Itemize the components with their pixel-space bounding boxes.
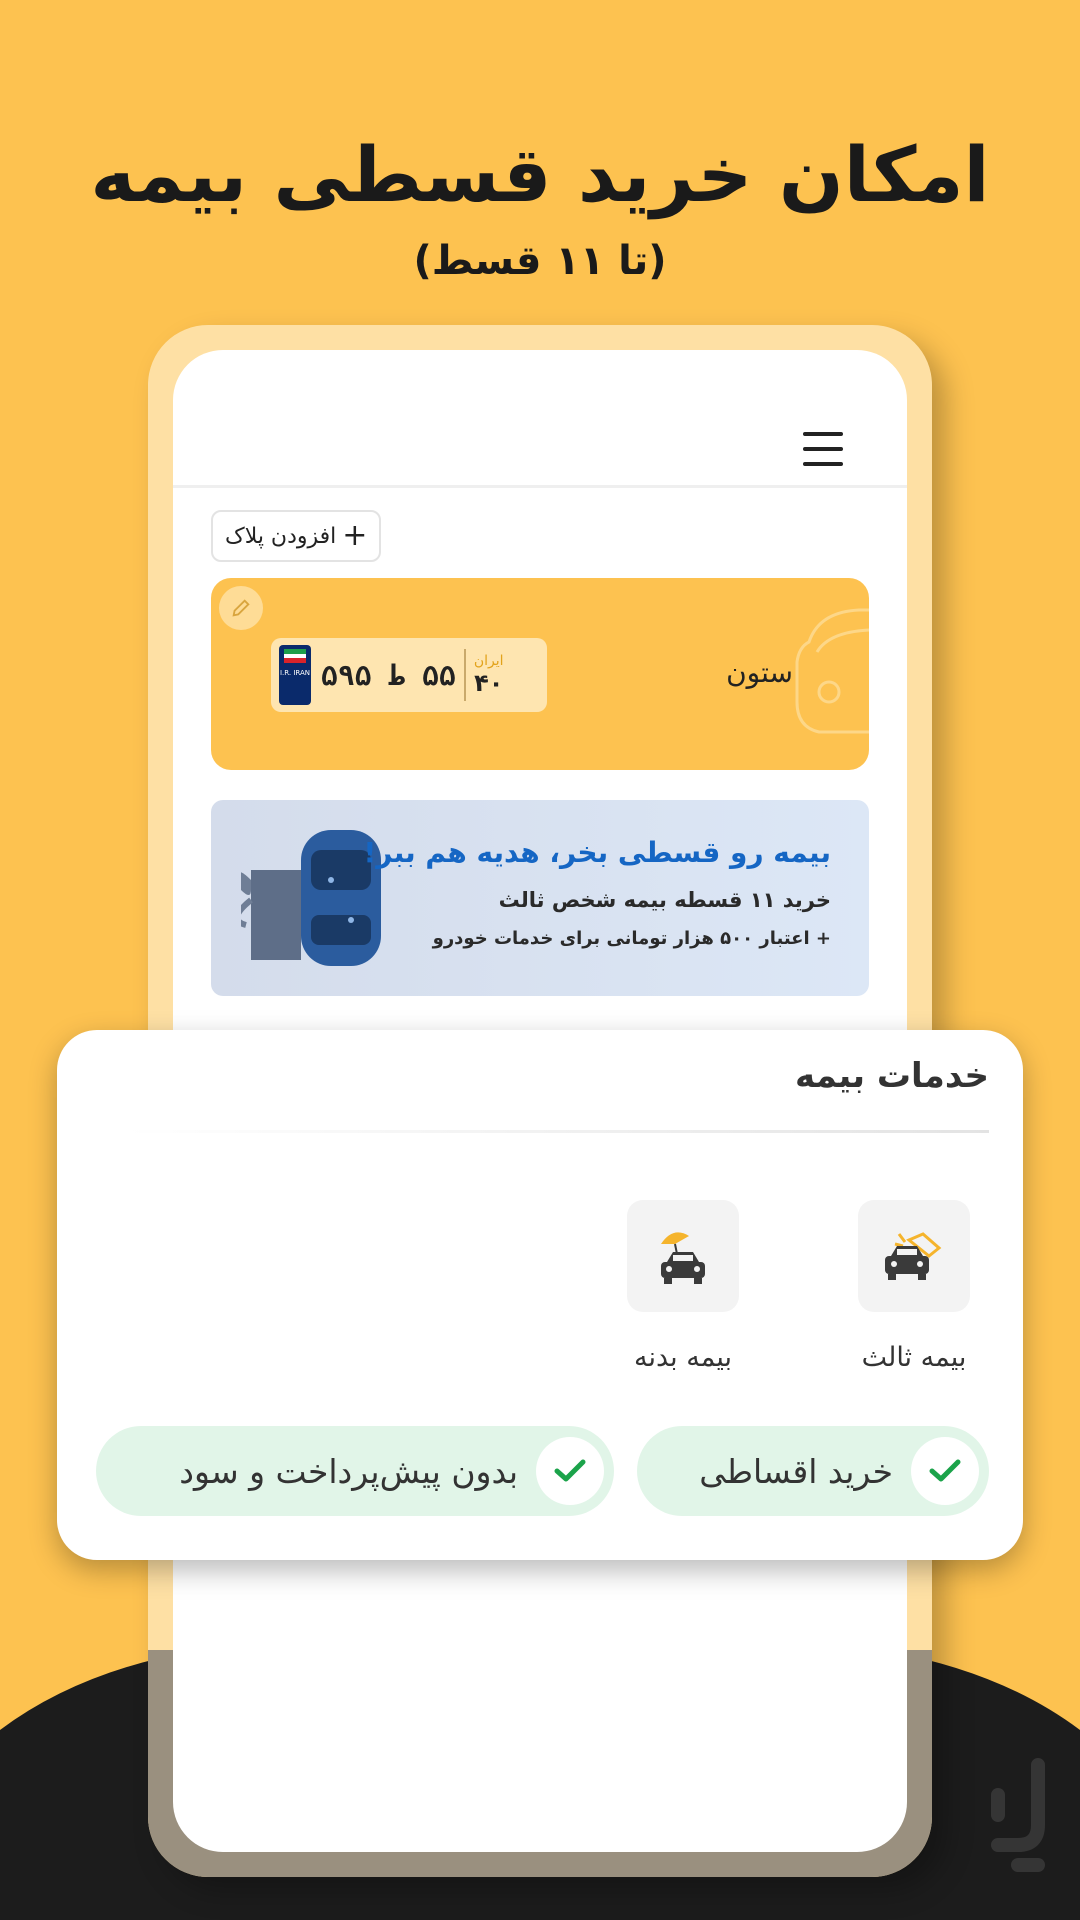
add-plate-button[interactable]: + افزودن پلاک <box>211 510 382 562</box>
check-icon <box>911 1437 979 1505</box>
bazaar-watermark-logo <box>991 1758 1045 1872</box>
banner-subtitle: خرید ۱۱ قسطه بیمه شخص ثالث <box>498 888 831 912</box>
plate-region-word: ایران <box>473 653 504 669</box>
check-icon <box>536 1437 604 1505</box>
services-title: خدمات بیمه <box>794 1056 989 1096</box>
car-crash-icon <box>858 1200 970 1312</box>
banner-title: بیمه رو قسطی بخر، هدیه هم ببر! <box>363 836 831 869</box>
car-outline-icon <box>795 608 869 734</box>
third-party-insurance-tile[interactable]: بیمه ثالث <box>839 1200 989 1373</box>
promo-banner[interactable]: بیمه رو قسطی بخر، هدیه هم ببر! خرید ۱۱ ق… <box>211 800 869 996</box>
app-header <box>173 350 907 488</box>
installment-purchase-label: خرید اقساطی <box>699 1451 893 1491</box>
plate-number: ۵۵ ط ۵۹۵ <box>321 658 456 692</box>
third-party-insurance-label: بیمه ثالث <box>861 1342 967 1373</box>
iran-flag-icon: I.R. IRAN <box>279 645 311 705</box>
installment-purchase-badge: خرید اقساطی <box>637 1426 989 1516</box>
no-prepayment-label: بدون پیش‌پرداخت و سود <box>179 1451 518 1491</box>
car-body-insurance-label: بیمه بدنه <box>633 1342 732 1373</box>
vehicle-name: ستون <box>726 656 793 689</box>
headline: امکان خرید قسطی بیمه <box>90 130 990 219</box>
vehicle-card[interactable]: ستون I.R. IRAN ۵۵ ط ۵۹۵ ایران ۴۰ <box>211 578 869 770</box>
insurance-services-panel: خدمات بیمه بیمه ثالث بیمه بدنه خرید اقسا… <box>57 1030 1023 1560</box>
plate-flag-text: I.R. IRAN <box>279 669 311 677</box>
edit-pencil-icon[interactable] <box>219 586 263 630</box>
plate-region: ایران ۴۰ <box>474 653 504 697</box>
plate-separator <box>463 649 466 701</box>
banner-credit-text: + اعتبار ۵۰۰ هزار تومانی برای خدمات خودر… <box>432 928 831 949</box>
plate-region-code: ۴۰ <box>474 669 504 697</box>
car-body-insurance-tile[interactable]: بیمه بدنه <box>608 1200 758 1373</box>
subheadline: (تا ۱۱ قسط) <box>413 238 667 284</box>
no-prepayment-badge: بدون پیش‌پرداخت و سود <box>96 1426 614 1516</box>
services-divider <box>125 1130 989 1133</box>
license-plate: I.R. IRAN ۵۵ ط ۵۹۵ ایران ۴۰ <box>271 638 547 712</box>
plus-icon: + <box>342 518 368 553</box>
add-plate-label: افزودن پلاک <box>225 523 337 549</box>
hamburger-menu-icon[interactable] <box>803 432 843 466</box>
car-umbrella-icon <box>627 1200 739 1312</box>
